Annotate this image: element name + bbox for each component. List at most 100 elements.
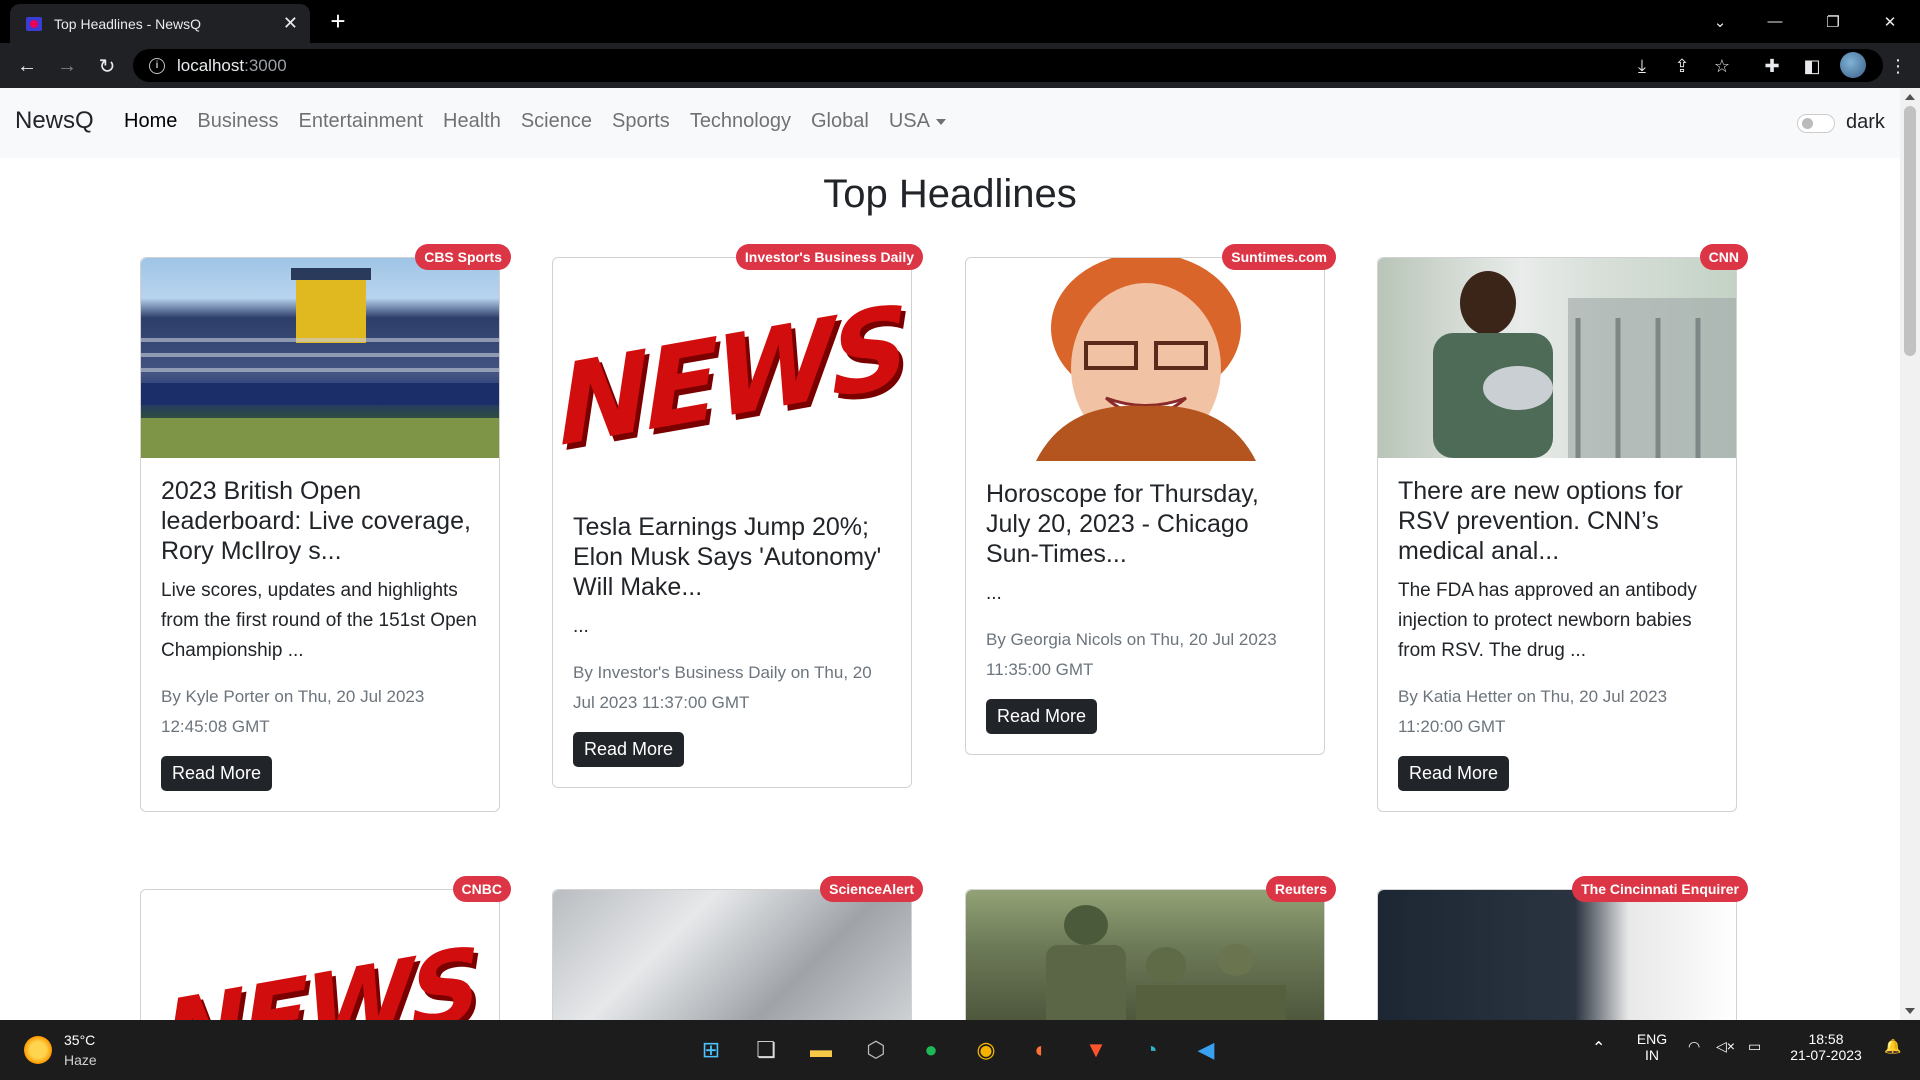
back-icon[interactable]: ← — [12, 51, 42, 81]
news-image — [1378, 258, 1736, 458]
url-port: :3000 — [244, 55, 287, 75]
dark-mode-toggle[interactable] — [1797, 114, 1835, 133]
nav-links: Home Business Entertainment Health Scien… — [124, 110, 946, 133]
nav-entertainment[interactable]: Entertainment — [299, 110, 424, 133]
news-card: Suntimes.com Horoscope for Thursday, Jul… — [965, 244, 1336, 755]
battery-icon[interactable]: ▭ — [1748, 1038, 1761, 1055]
clock-time: 18:58 — [1808, 1031, 1844, 1047]
nav-technology[interactable]: Technology — [690, 110, 791, 133]
read-more-button[interactable]: Read More — [986, 699, 1098, 734]
news-image: NEWS — [553, 258, 911, 494]
card-description: The FDA has approved an antibody injecti… — [1398, 580, 1697, 661]
news-image: NEWS — [141, 890, 499, 1020]
weather-temp[interactable]: 35°C — [64, 1032, 95, 1048]
brave-icon[interactable]: ▼ — [1078, 1032, 1114, 1068]
app-hex-icon[interactable]: ⬡ — [858, 1032, 894, 1068]
news-image — [1378, 890, 1736, 1020]
site-info-icon[interactable]: i — [149, 57, 165, 74]
page-viewport: NewsQ Home Business Entertainment Health… — [0, 88, 1900, 1020]
source-badge: Suntimes.com — [1222, 244, 1336, 270]
address-bar[interactable]: i localhost:3000 — [133, 49, 1883, 82]
chrome-icon[interactable]: ◉ — [968, 1032, 1004, 1068]
close-window-icon[interactable]: ✕ — [1860, 0, 1920, 43]
profile-avatar[interactable] — [1840, 52, 1866, 78]
language-indicator[interactable]: ENG IN — [1634, 1031, 1670, 1063]
weather-condition[interactable]: Haze — [64, 1052, 97, 1068]
favicon-icon — [26, 16, 42, 31]
nav-sports[interactable]: Sports — [612, 110, 670, 133]
country-label: USA — [888, 110, 930, 132]
app-navbar: NewsQ Home Business Entertainment Health… — [0, 88, 1900, 158]
task-view-icon[interactable]: ❏ — [748, 1032, 784, 1068]
close-tab-icon[interactable]: ✕ — [283, 13, 298, 34]
tab-search-icon[interactable]: ⌄ — [1690, 0, 1750, 43]
nav-science[interactable]: Science — [521, 110, 592, 133]
card-title[interactable]: 2023 British Open leaderboard: Live cove… — [161, 476, 479, 566]
news-graphic: NEWS — [161, 924, 479, 1020]
news-card: CNN There are new options for RSV preven… — [1377, 244, 1748, 812]
card-byline: By Kyle Porter on Thu, 20 Jul 2023 12:45… — [161, 687, 425, 736]
notification-bell-icon[interactable]: 🔔 — [1884, 1038, 1901, 1055]
menu-kebab-icon[interactable]: ⋮ — [1886, 54, 1910, 78]
browser-tab[interactable]: Top Headlines - NewsQ ✕ — [10, 4, 310, 43]
news-image — [141, 258, 499, 458]
source-badge: The Cincinnati Enquirer — [1572, 876, 1748, 902]
nav-home[interactable]: Home — [124, 110, 177, 133]
page-scrollbar[interactable] — [1900, 88, 1920, 1020]
read-more-button[interactable]: Read More — [1398, 756, 1510, 791]
source-badge: CNBC — [452, 876, 511, 902]
wifi-icon[interactable]: ◠ — [1688, 1038, 1700, 1055]
nav-business[interactable]: Business — [197, 110, 278, 133]
source-badge: CNN — [1699, 244, 1748, 270]
scroll-down-icon[interactable] — [1905, 1008, 1915, 1014]
volume-muted-icon[interactable]: ◁× — [1716, 1038, 1735, 1055]
nav-health[interactable]: Health — [443, 110, 501, 133]
share-icon[interactable]: ⇪ — [1670, 54, 1694, 78]
region-code: IN — [1645, 1047, 1659, 1063]
tab-title: Top Headlines - NewsQ — [54, 15, 202, 32]
card-description: Live scores, updates and highlights from… — [161, 580, 477, 661]
card-title[interactable]: There are new options for RSV prevention… — [1398, 476, 1716, 566]
read-more-button[interactable]: Read More — [161, 756, 273, 791]
install-app-icon[interactable]: ⤓ — [1630, 54, 1654, 78]
start-icon[interactable]: ⊞ — [693, 1032, 729, 1068]
card-description: ... — [573, 616, 589, 637]
forward-icon[interactable]: → — [52, 51, 82, 81]
card-title[interactable]: Horoscope for Thursday, July 20, 2023 - … — [986, 479, 1304, 569]
card-byline: By Georgia Nicols on Thu, 20 Jul 2023 11… — [986, 630, 1277, 679]
clock[interactable]: 18:58 21-07-2023 — [1786, 1031, 1866, 1063]
nav-country-dropdown[interactable]: USA — [889, 110, 946, 133]
scroll-up-icon[interactable] — [1905, 94, 1915, 100]
card-description: ... — [986, 583, 1002, 604]
caret-down-icon — [935, 118, 946, 125]
card-byline: By Investor's Business Daily on Thu, 20 … — [573, 663, 872, 712]
page-title: Top Headlines — [823, 172, 1077, 216]
bookmark-star-icon[interactable]: ☆ — [1710, 54, 1734, 78]
source-badge: CBS Sports — [415, 244, 511, 270]
edge-icon[interactable]: ◔ — [1133, 1032, 1169, 1068]
minimize-icon[interactable]: — — [1745, 0, 1805, 43]
source-badge: Investor's Business Daily — [735, 244, 923, 270]
news-image — [966, 258, 1324, 461]
spotify-icon[interactable]: ● — [913, 1032, 949, 1068]
read-more-button[interactable]: Read More — [573, 732, 685, 767]
vscode-icon[interactable]: ◀ — [1188, 1032, 1224, 1068]
restore-icon[interactable]: ❐ — [1803, 0, 1863, 43]
source-badge: Reuters — [1265, 876, 1336, 902]
weather-icon[interactable] — [24, 1036, 52, 1064]
tray-overflow-icon[interactable]: ⌃ — [1592, 1038, 1605, 1058]
news-card: Reuters — [965, 876, 1336, 1020]
card-title[interactable]: Tesla Earnings Jump 20%; Elon Musk Says … — [573, 512, 891, 602]
new-tab-button[interactable]: + — [324, 6, 352, 37]
reload-icon[interactable]: ↻ — [92, 51, 122, 81]
browser-toolbar: ← → ↻ i localhost:3000 ⤓ ⇪ ☆ ✚ ◧ ⋮ — [0, 43, 1920, 88]
side-panel-icon[interactable]: ◧ — [1800, 54, 1824, 78]
brand-logo[interactable]: NewsQ — [15, 107, 94, 135]
url-host: localhost — [177, 55, 245, 75]
scroll-thumb[interactable] — [1904, 106, 1916, 356]
firefox-icon[interactable]: ◐ — [1023, 1032, 1059, 1068]
extensions-icon[interactable]: ✚ — [1760, 54, 1784, 78]
nav-global[interactable]: Global — [811, 110, 869, 133]
file-explorer-icon[interactable]: ▬ — [803, 1032, 839, 1068]
news-image — [966, 890, 1324, 1020]
